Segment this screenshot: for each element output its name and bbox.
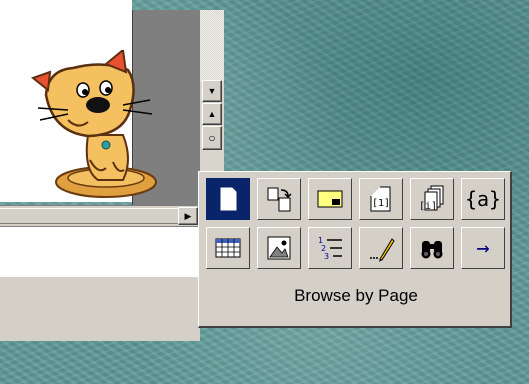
arrow-right-icon: ▶ <box>184 210 192 221</box>
browse-by-table-button[interactable] <box>206 227 250 269</box>
endnote-icon: [i] <box>419 185 444 212</box>
browse-by-page-button[interactable] <box>206 178 250 220</box>
find-icon <box>421 241 443 259</box>
table-icon <box>215 238 241 258</box>
browse-object-grid: [1] [i] {a} 1 2 3 → <box>206 178 506 269</box>
page-icon <box>220 187 237 211</box>
previous-page-button[interactable]: ▲ <box>202 103 222 125</box>
scrollbar-track[interactable] <box>200 10 224 82</box>
svg-text:[1]: [1] <box>372 198 390 209</box>
heading-icon: 1 2 3 <box>318 236 342 261</box>
browse-by-endnote-button[interactable]: [i] <box>410 178 454 220</box>
browse-by-field-button[interactable]: {a} <box>461 178 505 220</box>
section-icon <box>267 187 292 212</box>
svg-text:[i]: [i] <box>419 201 437 212</box>
go-to-button[interactable]: → <box>461 227 505 269</box>
arrow-down-icon: ▼ <box>207 86 217 96</box>
select-browse-object-button[interactable]: ○ <box>202 126 222 150</box>
find-button[interactable] <box>410 227 454 269</box>
document-lower-area <box>0 226 200 277</box>
comment-icon <box>317 190 343 208</box>
browse-object-popup: [1] [i] {a} 1 2 3 → Browse by Page <box>198 171 512 328</box>
browse-by-section-button[interactable] <box>257 178 301 220</box>
horizontal-scrollbar[interactable]: ▶ <box>0 205 200 226</box>
footnote-icon: [1] <box>370 186 391 212</box>
field-icon: {a} <box>464 187 502 211</box>
browse-by-graphic-button[interactable] <box>257 227 301 269</box>
vertical-scrollbar[interactable]: ▼ ▲ ○ <box>200 10 224 175</box>
browse-by-heading-button[interactable]: 1 2 3 <box>308 227 352 269</box>
graphic-icon <box>267 236 291 260</box>
svg-text:3: 3 <box>324 252 329 261</box>
browse-by-footnote-button[interactable]: [1] <box>359 178 403 220</box>
scroll-down-button[interactable]: ▼ <box>202 80 222 102</box>
circle-icon: ○ <box>208 131 216 145</box>
go-to-icon: → <box>476 235 490 261</box>
office-assistant-cat[interactable] <box>28 50 158 200</box>
horizontal-scroll-track[interactable] <box>0 208 178 224</box>
scroll-right-button[interactable]: ▶ <box>178 207 198 225</box>
browse-by-edits-button[interactable] <box>359 227 403 269</box>
browse-by-comment-button[interactable] <box>308 178 352 220</box>
browse-caption: Browse by Page <box>294 286 418 305</box>
edits-icon <box>370 238 395 262</box>
status-bar <box>0 276 200 341</box>
double-arrow-up-icon: ▲ <box>207 109 217 119</box>
